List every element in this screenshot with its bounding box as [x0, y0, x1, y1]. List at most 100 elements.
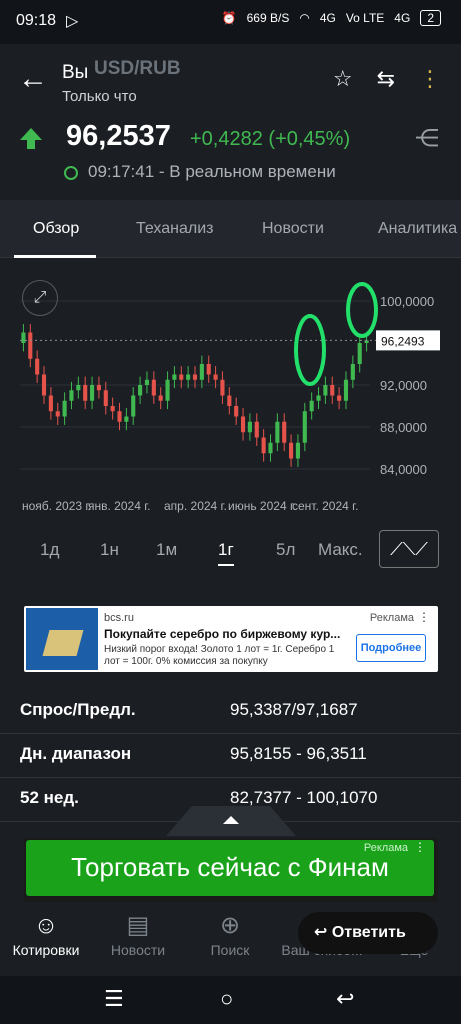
home-icon[interactable]: ○ — [220, 986, 233, 1012]
candle-body — [289, 442, 294, 459]
tab-bar: Обзор Теханализ Новости Аналитика — [0, 200, 461, 258]
x-tick-label: сент. 2024 г. — [292, 499, 358, 513]
active-tab-indicator — [14, 255, 96, 258]
candle-body — [220, 379, 225, 396]
candle-body — [192, 374, 198, 380]
candle-body — [350, 364, 355, 380]
net-type-1: 4G — [319, 11, 336, 25]
candle-body — [138, 385, 143, 396]
candle-body — [165, 379, 170, 401]
nav-quotes[interactable]: ☺ Котировки — [0, 910, 92, 958]
system-back-icon[interactable]: ↩ — [336, 986, 354, 1012]
candle-body — [247, 421, 252, 433]
candle-body — [158, 395, 163, 401]
system-nav-bar: ☰ ○ ↩ — [0, 976, 461, 1024]
nav-news[interactable]: ▤ Новости — [92, 910, 184, 958]
candle-body — [309, 400, 314, 412]
nav-label: Котировки — [12, 942, 80, 958]
wifi-icon: ◠ — [299, 11, 310, 25]
candle-body — [240, 416, 246, 433]
y-tick-label: 84,0000 — [380, 462, 427, 477]
chevron-up-icon — [223, 816, 239, 824]
status-bar: 09:18 ▷ ⏰ 669 B/S ◠ 4G Vo LTE 4G 2 — [0, 0, 461, 44]
price-chart[interactable]: 100,0000 92,0000 88,0000 84,0000 96,2493 нояб… — [0, 260, 461, 520]
back-arrow-icon[interactable]: ← — [18, 62, 48, 96]
alarm-icon: ⏰ — [221, 11, 237, 25]
ad-banner-bottom[interactable]: Торговать сейчас с Финам Реклама ⋮ — [24, 838, 438, 902]
candle-body — [261, 437, 266, 454]
annotation-zero-2 — [346, 282, 378, 338]
nav-label: Новости — [110, 942, 166, 958]
stat-key: Дн. диапазон — [20, 744, 132, 763]
ad-finam-text: Торговать сейчас с Финам — [71, 852, 389, 882]
expand-icon[interactable]: ⤢ — [22, 280, 58, 316]
ad-menu-icon[interactable]: ⋮ — [414, 840, 426, 854]
chart-type-icon[interactable]: ⟋⟍⟋ — [379, 530, 439, 568]
tab-technical[interactable]: Теханализ — [136, 220, 213, 238]
stat-value: 95,8155 - 96,3511 — [230, 744, 367, 763]
ad-body: Низкий порог входа! Золото 1 лот = 1г. С… — [104, 644, 335, 667]
more-icon[interactable]: ⋮ — [419, 66, 441, 92]
current-price-label: 96,2493 — [381, 334, 425, 348]
nav-search[interactable]: ⊕ Поиск — [184, 910, 276, 958]
recent-apps-icon[interactable]: ☰ — [104, 986, 124, 1012]
candle-body — [330, 385, 335, 396]
star-icon[interactable]: ☆ — [333, 66, 353, 92]
range-selector: 1д 1н 1м 1г 5л Макс. ⟋⟍⟋ — [0, 528, 461, 572]
instrument-name-faded: USD/RUB — [94, 58, 181, 79]
range-1d[interactable]: 1д — [40, 540, 59, 560]
candle-body — [62, 400, 67, 417]
x-tick-label: апр. 2024 г. — [164, 499, 227, 513]
clock-icon — [64, 166, 78, 180]
x-tick-label: нояб. 2023 г. — [22, 499, 92, 513]
ad-banner-top[interactable]: bcs.ru Реклама ⋮ Покупайте серебро по би… — [24, 606, 438, 672]
candle-body — [103, 390, 108, 406]
candle-body — [48, 395, 53, 412]
ad-tag: Реклама — [363, 842, 408, 854]
battery-icon: 2 — [420, 10, 441, 26]
stat-value: 82,7377 - 100,1070 — [230, 788, 378, 807]
candle-body — [337, 395, 342, 401]
ad-finam-button[interactable]: Торговать сейчас с Финам Реклама ⋮ — [26, 840, 434, 896]
candle-body — [69, 390, 74, 401]
price-change: +0,4282 (+0,45%) — [190, 128, 351, 150]
candle-body — [179, 374, 184, 380]
candle-body — [110, 406, 115, 412]
net-type-2: 4G — [394, 11, 411, 25]
y-tick-label: 100,0000 — [380, 294, 434, 309]
stats-row: Дн. диапазон 95,8155 - 96,3511 — [0, 734, 461, 778]
ad-menu-icon[interactable]: ⋮ — [418, 610, 430, 624]
share-icon[interactable]: ⋲ — [415, 124, 439, 153]
tab-overview[interactable]: Обзор — [33, 220, 79, 238]
candle-body — [323, 385, 328, 396]
bottom-nav: ☺ Котировки ▤ Новости ⊕ Поиск ☰ Ваш спис… — [0, 906, 461, 976]
header-title: Вы — [62, 62, 89, 83]
range-1y[interactable]: 1г — [218, 540, 234, 566]
chart-svg[interactable]: 100,0000 92,0000 88,0000 84,0000 96,2493 нояб… — [0, 260, 461, 520]
candle-body — [213, 374, 218, 380]
range-5y[interactable]: 5л — [276, 540, 295, 560]
stat-value: 95,3387/97,1687 — [230, 700, 358, 719]
x-tick-label: янв. 2024 г. — [88, 499, 150, 513]
range-1w[interactable]: 1н — [100, 540, 119, 560]
candle-body — [131, 395, 136, 417]
range-max[interactable]: Макс. — [318, 540, 363, 560]
range-1m[interactable]: 1м — [156, 540, 177, 560]
ad-cta-button[interactable]: Подробнее — [356, 634, 426, 662]
last-price: 96,2537 — [66, 120, 171, 152]
candle-body — [282, 421, 287, 443]
tab-news[interactable]: Новости — [262, 220, 324, 238]
silver-bar-icon — [42, 630, 84, 656]
stat-key: 52 нед. — [20, 788, 79, 807]
forward-icon[interactable]: ⇆ — [377, 66, 395, 92]
volte-label: Vo LTE — [345, 11, 385, 25]
candle-body — [268, 442, 273, 454]
candle-body — [151, 379, 156, 396]
reply-arrow-icon: ↩ — [314, 924, 332, 941]
reply-button[interactable]: ↩ Ответить — [298, 912, 438, 954]
candle-body — [275, 421, 280, 443]
candle-body — [83, 385, 88, 401]
news-icon: ▤ — [126, 912, 150, 939]
annotation-zero-1 — [294, 314, 326, 386]
tab-analytics[interactable]: Аналитика — [378, 220, 457, 238]
